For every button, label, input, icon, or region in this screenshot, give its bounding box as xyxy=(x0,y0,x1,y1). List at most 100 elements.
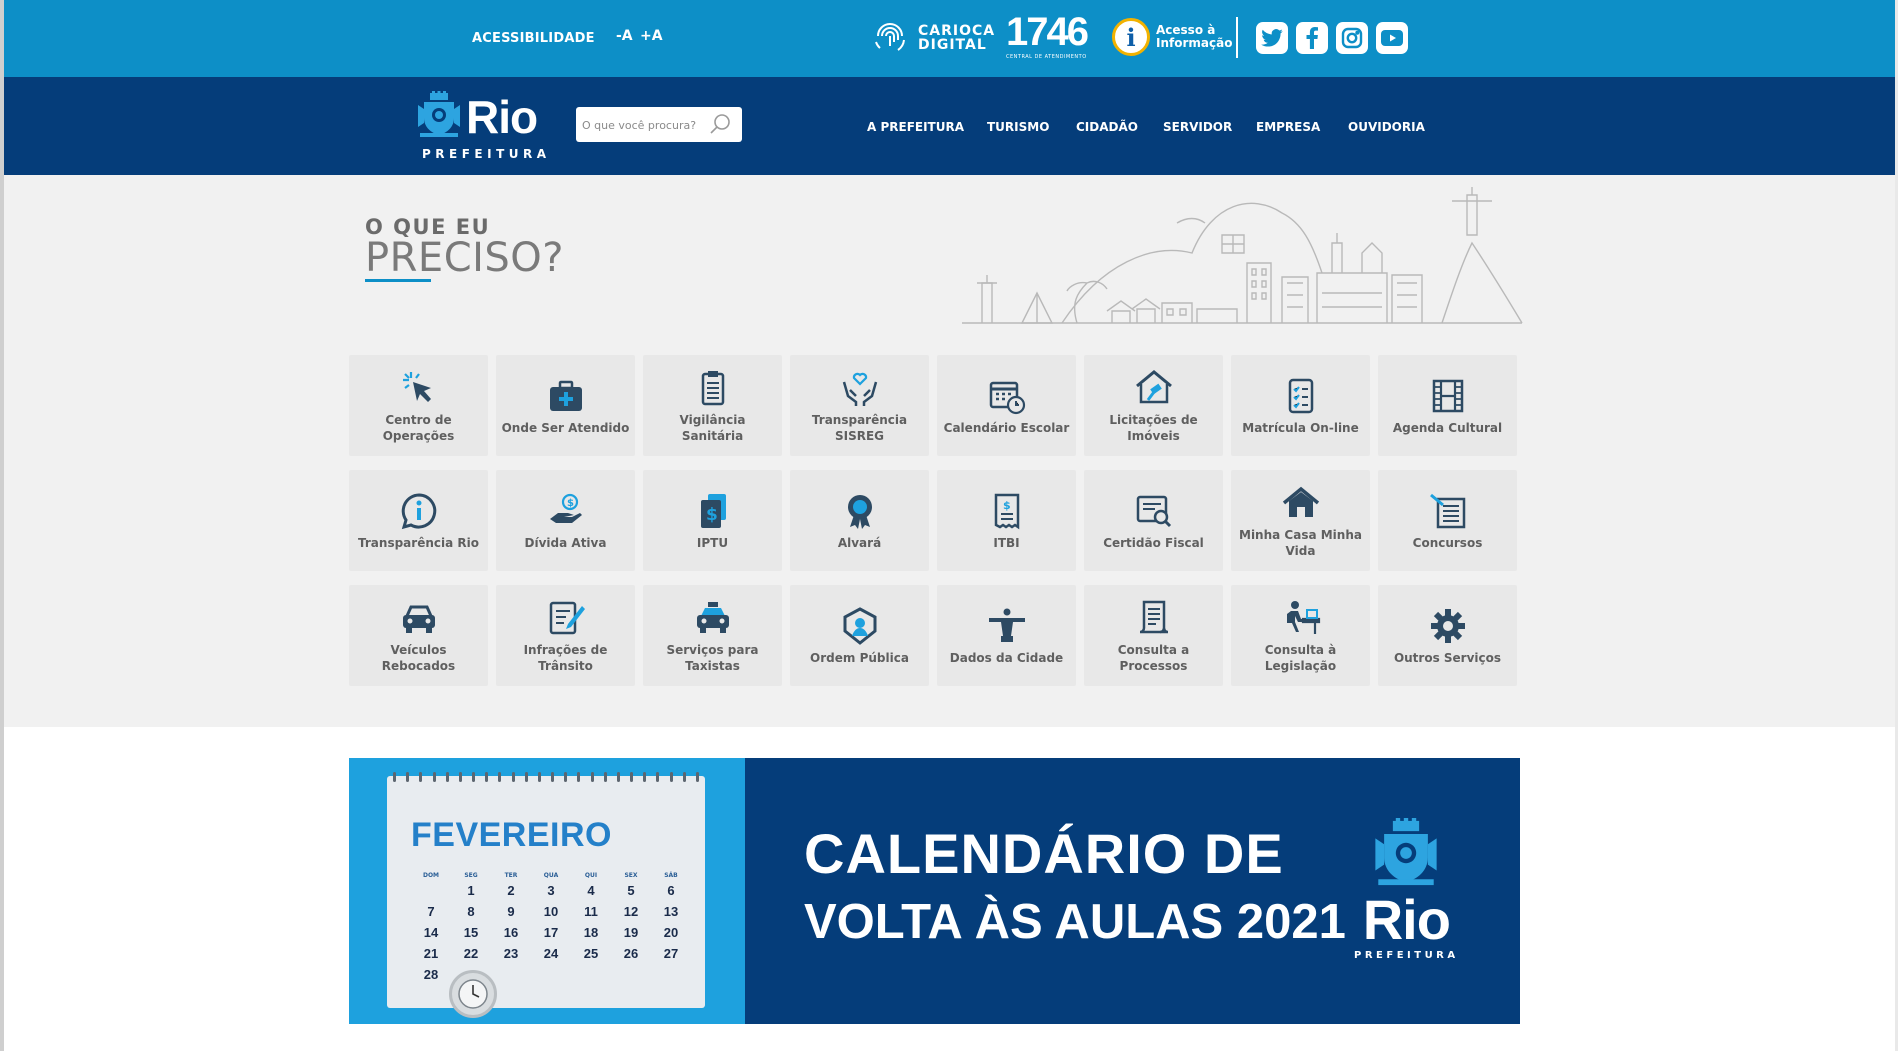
tile-iptu[interactable]: $ IPTU xyxy=(643,470,782,571)
tile-veiculos-rebocados[interactable]: Veículos Rebocados xyxy=(349,585,488,686)
youtube-icon[interactable] xyxy=(1376,22,1408,54)
calendar-weekday: QUA xyxy=(543,872,559,879)
calendar-day: 22 xyxy=(463,946,479,961)
calendar-day: 20 xyxy=(663,925,679,940)
acesso-line2: Informação xyxy=(1156,36,1233,50)
tile-agenda-cultural[interactable]: Agenda Cultural xyxy=(1378,355,1517,456)
calendar-day: 8 xyxy=(467,904,475,919)
tile-label: ITBI xyxy=(993,535,1020,550)
calendar-day: 15 xyxy=(463,925,479,940)
tile-centro-de-operacoes[interactable]: Centro de Operações xyxy=(349,355,488,456)
tile-label: Concursos xyxy=(1412,535,1483,550)
calendar-day: 18 xyxy=(583,925,599,940)
hand-coin-icon: $ xyxy=(546,491,586,531)
guard-badge-icon xyxy=(840,606,880,646)
page: ACESSIBILIDADE -A +A CARIOCA DIGITAL 174… xyxy=(4,0,1895,1051)
banner-calendar-photo: FEVEREIRO DOM SEG TER QUA QUI SEX SÁB 1 2 3 4 5 6 7 8 9… xyxy=(349,758,745,1024)
tile-servicos-para-taxistas[interactable]: Serviços para Taxistas xyxy=(643,585,782,686)
nav-ouvidoria[interactable]: OUVIDORIA xyxy=(1348,120,1425,134)
banner-title-line1: CALENDÁRIO DE xyxy=(804,822,1284,885)
calendar-rings xyxy=(393,772,699,782)
calendar-day: 13 xyxy=(663,904,679,919)
nav-servidor[interactable]: SERVIDOR xyxy=(1163,120,1232,134)
volta-aulas-banner[interactable]: FEVEREIRO DOM SEG TER QUA QUI SEX SÁB 1 2 3 4 5 6 7 8 9… xyxy=(349,758,1520,1024)
calendar-weekday: SEG xyxy=(464,872,478,879)
calendar-sheet: FEVEREIRO DOM SEG TER QUA QUI SEX SÁB 1 2 3 4 5 6 7 8 9… xyxy=(387,776,705,1008)
taxi-icon xyxy=(693,598,733,638)
search-input[interactable] xyxy=(582,115,702,135)
top-utility-bar: ACESSIBILIDADE -A +A CARIOCA DIGITAL 174… xyxy=(4,0,1895,77)
tile-consulta-a-processos[interactable]: Consulta a Processos xyxy=(1084,585,1223,686)
banner-logo-word: Rio xyxy=(1362,888,1451,951)
tile-label: Licitações de Imóveis xyxy=(1109,412,1198,443)
alarm-clock-icon xyxy=(449,970,497,1018)
tile-ordem-publica[interactable]: Ordem Pública xyxy=(790,585,929,686)
tile-transparencia-sisreg[interactable]: Transparência SISREG xyxy=(790,355,929,456)
tile-licitacoes-de-imoveis[interactable]: Licitações de Imóveis xyxy=(1084,355,1223,456)
fingerprint-icon xyxy=(870,16,910,60)
tile-concursos[interactable]: Concursos xyxy=(1378,470,1517,571)
calendar-day: 21 xyxy=(423,946,439,961)
info-bubble-icon xyxy=(399,491,439,531)
svg-text:$: $ xyxy=(567,498,574,509)
instagram-icon[interactable] xyxy=(1336,22,1368,54)
nav-a-prefeitura[interactable]: A PREFEITURA xyxy=(867,120,964,134)
tile-certidao-fiscal[interactable]: Certidão Fiscal xyxy=(1084,470,1223,571)
acesso-informacao-link[interactable]: i Acesso à Informação xyxy=(1112,18,1232,56)
calendar-weekday: TER xyxy=(504,872,518,879)
calendar-weekday: QUI xyxy=(584,872,598,879)
central-number: 1746 xyxy=(1006,10,1089,54)
tile-label: Onde Ser Atendido xyxy=(501,420,630,435)
calendar-day: 9 xyxy=(507,904,515,919)
tile-outros-servicos[interactable]: Outros Serviços xyxy=(1378,585,1517,686)
certificate-search-icon xyxy=(1134,491,1174,531)
calendar-weekday: SÁB xyxy=(664,872,678,879)
twitter-icon[interactable] xyxy=(1256,22,1288,54)
form-pencil-icon xyxy=(546,598,586,638)
nav-cidadao[interactable]: CIDADÃO xyxy=(1076,120,1138,134)
film-icon xyxy=(1428,376,1468,416)
tile-label: Dívida Ativa xyxy=(524,535,607,550)
calendar-weekday: DOM xyxy=(422,872,440,879)
tile-itbi[interactable]: $ ITBI xyxy=(937,470,1076,571)
tile-label: Ordem Pública xyxy=(810,650,909,665)
tile-consulta-a-legislacao[interactable]: Consulta à Legislação xyxy=(1231,585,1370,686)
calendar-day: 19 xyxy=(623,925,639,940)
calendar-clock-icon xyxy=(987,376,1027,416)
tile-calendario-escolar[interactable]: Calendário Escolar xyxy=(937,355,1076,456)
tile-label: Dados da Cidade xyxy=(949,650,1064,665)
facebook-icon[interactable] xyxy=(1296,22,1328,54)
tile-matricula-on-line[interactable]: Matrícula On-line xyxy=(1231,355,1370,456)
tile-vigilancia-sanitaria[interactable]: Vigilância Sanitária xyxy=(643,355,782,456)
calendar-day: 12 xyxy=(623,904,639,919)
nav-turismo[interactable]: TURISMO xyxy=(987,120,1049,134)
banner-title: CALENDÁRIO DE VOLTA ÀS AULAS 2021 xyxy=(804,820,1346,956)
tile-label: Calendário Escolar xyxy=(943,420,1070,435)
calendar-day: 28 xyxy=(423,967,439,982)
calendar-day: 4 xyxy=(587,883,595,898)
tile-alvara[interactable]: Alvará xyxy=(790,470,929,571)
carioca-digital-link[interactable]: CARIOCA DIGITAL xyxy=(870,16,995,60)
central-1746-link[interactable]: 1746 CENTRAL DE ATENDIMENTO xyxy=(1006,10,1089,60)
font-decrease-button[interactable]: -A xyxy=(616,28,633,44)
tax-document-icon: $ xyxy=(693,491,733,531)
prefeitura-logo[interactable]: Rio PREFEITURA xyxy=(416,91,551,161)
tile-onde-ser-atendido[interactable]: Onde Ser Atendido xyxy=(496,355,635,456)
tile-infracoes-de-transito[interactable]: Infrações de Trânsito xyxy=(496,585,635,686)
search-icon[interactable] xyxy=(710,113,732,139)
banner-title-line2: VOLTA ÀS AULAS 2021 xyxy=(804,895,1346,949)
info-icon: i xyxy=(1112,18,1150,56)
nav-empresa[interactable]: EMPRESA xyxy=(1256,120,1320,134)
tile-dados-da-cidade[interactable]: Dados da Cidade xyxy=(937,585,1076,686)
font-increase-button[interactable]: +A xyxy=(640,28,663,44)
tile-transparencia-rio[interactable]: Transparência Rio xyxy=(349,470,488,571)
calendar-day: 17 xyxy=(543,925,559,940)
central-subtitle: CENTRAL DE ATENDIMENTO xyxy=(1006,54,1087,60)
tile-divida-ativa[interactable]: $ Dívida Ativa xyxy=(496,470,635,571)
calendar-day: 10 xyxy=(543,904,559,919)
calendar-day: 11 xyxy=(584,904,598,919)
tile-minha-casa-minha-vida[interactable]: Minha Casa Minha Vida xyxy=(1231,470,1370,571)
tile-label: Transparência SISREG xyxy=(811,412,908,443)
calendar-day: 23 xyxy=(503,946,519,961)
calendar-day: 3 xyxy=(547,883,555,898)
